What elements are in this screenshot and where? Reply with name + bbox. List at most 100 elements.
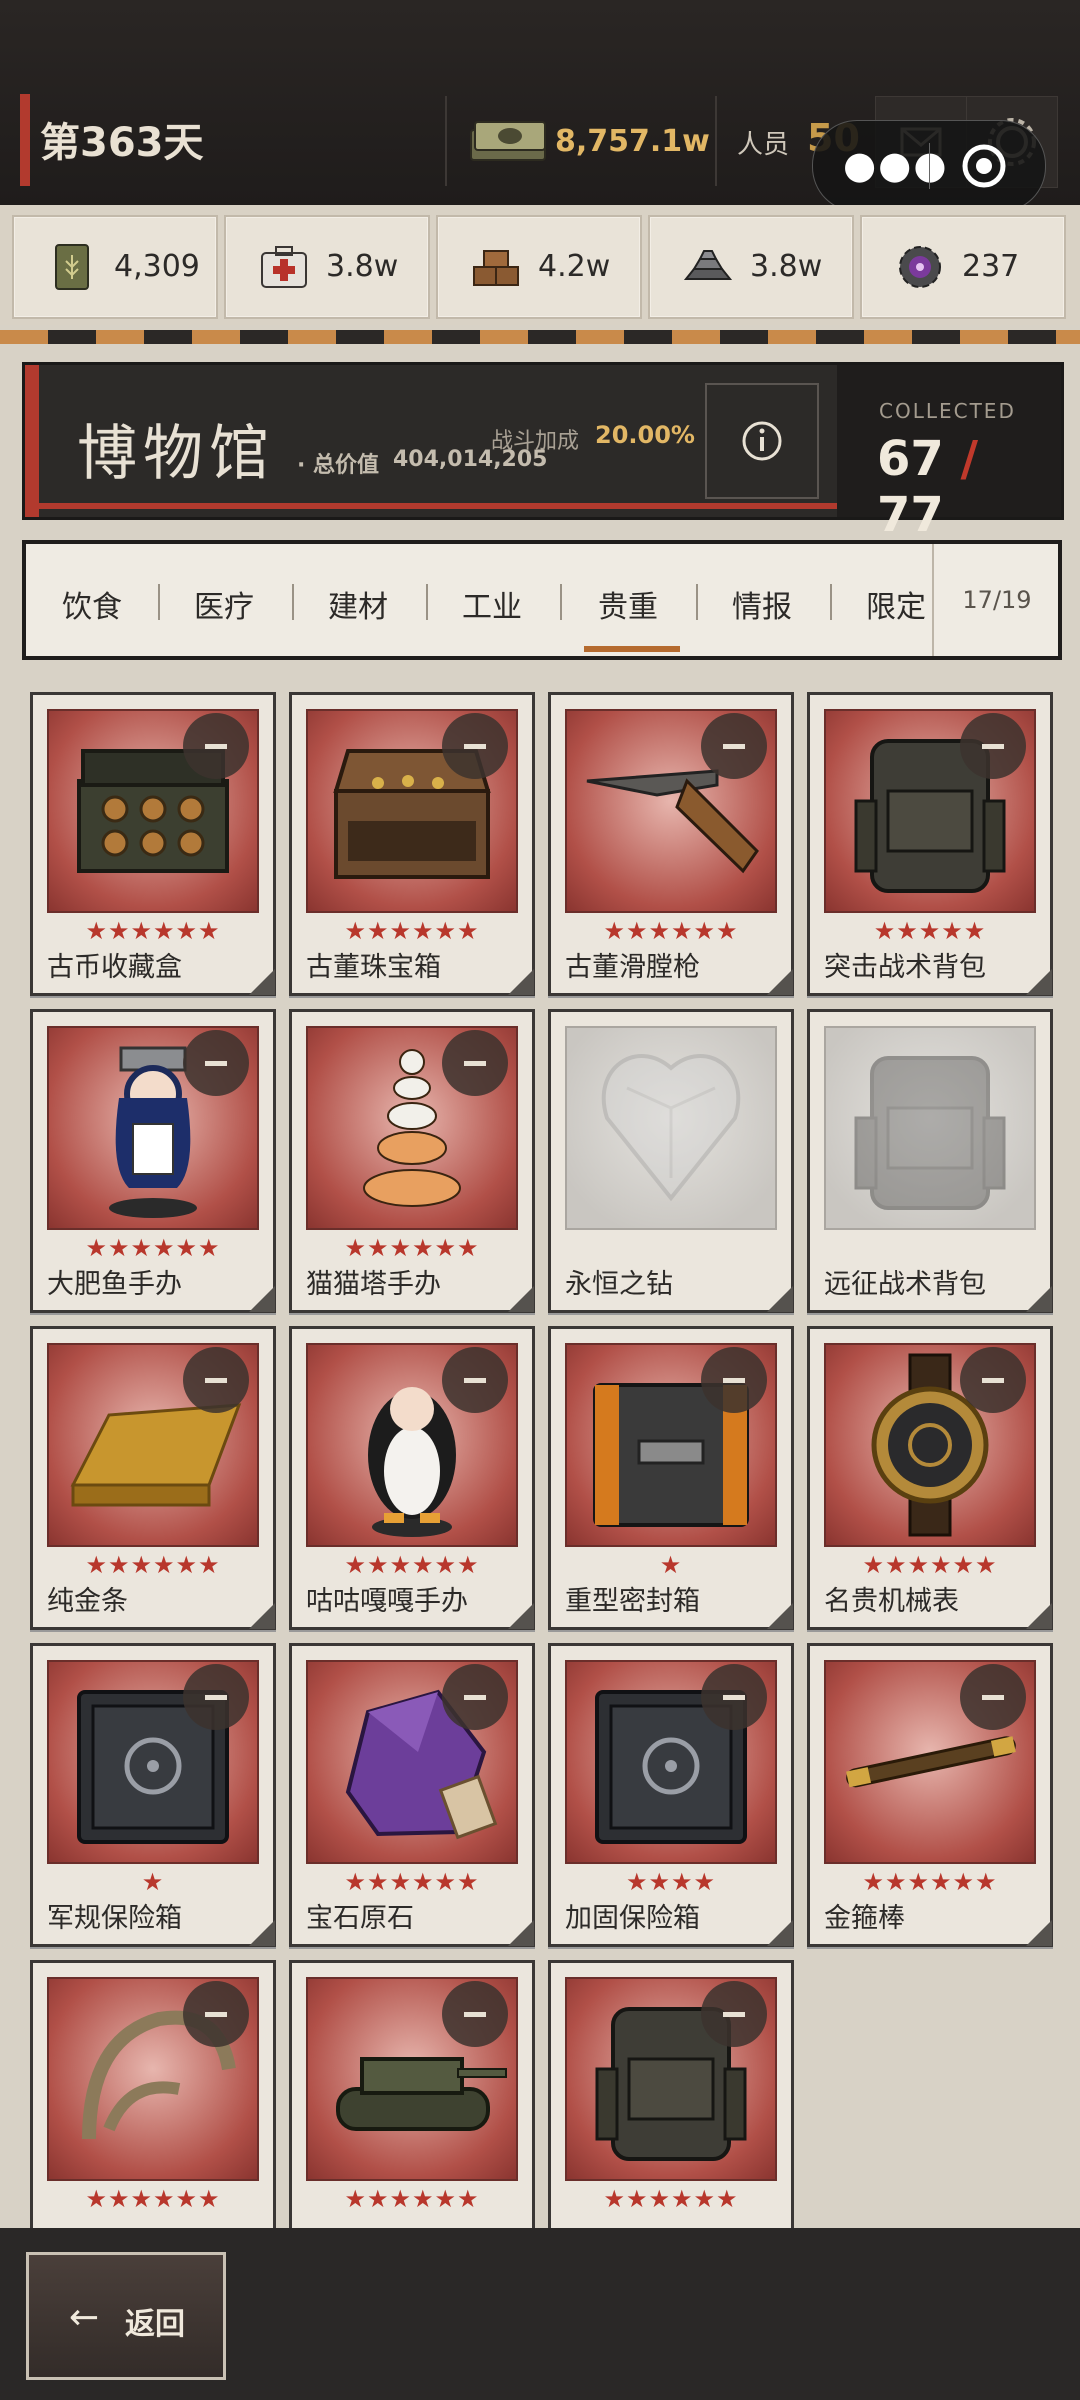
collection-item-card[interactable]: ★★★★ 加固保险箱 (548, 1643, 794, 1947)
tab-materials[interactable]: 建材 (328, 582, 388, 626)
resource-food: 4,309 (12, 215, 218, 319)
card-corner-decoration (767, 1920, 793, 1946)
remove-item-button[interactable] (960, 1347, 1026, 1413)
item-name: 重型密封箱 (565, 1586, 700, 1617)
item-star-rating: ★★★★★★ (862, 1551, 998, 1579)
remove-item-button[interactable] (442, 1030, 508, 1096)
collection-item-card[interactable]: ★★★★★★ 金箍棒 (807, 1643, 1053, 1947)
remove-item-button[interactable] (442, 1664, 508, 1730)
back-arrow-icon: ← (69, 2297, 100, 2338)
item-star-rating: ★★★★★★ (862, 1868, 998, 1896)
remove-item-button[interactable] (442, 1347, 508, 1413)
collection-item-card[interactable]: ★★★★★★ (548, 1960, 794, 2264)
item-artwork (824, 1026, 1036, 1230)
collection-item-card[interactable]: ★★★★★★ 猫猫塔手办 (289, 1009, 535, 1313)
item-name: 名贵机械表 (824, 1586, 959, 1617)
back-button[interactable]: ← 返回 (26, 2252, 226, 2380)
card-corner-decoration (1026, 1920, 1052, 1946)
collection-item-card[interactable]: ★ 重型密封箱 (548, 1326, 794, 1630)
gear-chip-icon (899, 246, 941, 288)
remove-item-button[interactable] (701, 1347, 767, 1413)
tab-industry[interactable]: 工业 (462, 582, 522, 626)
people-label: 人员 (737, 130, 790, 160)
remove-item-button[interactable] (701, 1981, 767, 2047)
money-display: 8,757.1w (445, 96, 717, 186)
remove-item-button[interactable] (183, 1030, 249, 1096)
capsule-divider (929, 143, 930, 189)
info-icon (742, 421, 782, 461)
collection-item-card[interactable]: 永恒之钻 (548, 1009, 794, 1313)
day-counter: 第363天 (40, 120, 204, 166)
page-title: 博物馆 (77, 419, 275, 489)
item-star-rating: ★★★★★★ (85, 917, 221, 945)
item-star-rating: ★★★★★★ (603, 2185, 739, 2213)
remove-item-button[interactable] (701, 1664, 767, 1730)
item-name: 远征战术背包 (824, 1269, 986, 1300)
item-star-rating: ★ (659, 1551, 683, 1579)
tab-medical[interactable]: 医疗 (194, 582, 254, 626)
category-count: 17/19 (962, 586, 1032, 614)
collected-count: 67 (877, 431, 944, 487)
tab-divider (292, 584, 294, 620)
collection-item-card[interactable]: ★ 军规保险箱 (30, 1643, 276, 1947)
collected-total: 77 (877, 487, 944, 543)
item-name: 古币收藏盒 (47, 952, 182, 983)
combat-bonus-value: 20.00% (595, 421, 695, 449)
tab-count-box: 17/19 (932, 544, 1060, 656)
resource-food-value: 4,309 (114, 249, 200, 284)
collection-item-card[interactable]: ★★★★★★ 大肥鱼手办 (30, 1009, 276, 1313)
day-accent-bar (20, 94, 30, 186)
bottom-bar: ← 返回 (0, 2228, 1080, 2400)
item-name: 突击战术背包 (824, 952, 986, 983)
collection-item-card[interactable]: ★★★★★★ 纯金条 (30, 1326, 276, 1630)
remove-item-button[interactable] (183, 713, 249, 779)
tab-divider (426, 584, 428, 620)
active-tab-indicator (584, 646, 680, 652)
remove-item-button[interactable] (183, 1981, 249, 2047)
resource-parts: 237 (860, 215, 1066, 319)
tab-food[interactable]: 饮食 (62, 582, 122, 626)
card-corner-decoration (508, 1920, 534, 1946)
card-corner-decoration (1026, 1603, 1052, 1629)
collection-item-card[interactable]: ★★★★★★ (289, 1960, 535, 2264)
remove-item-button[interactable] (442, 713, 508, 779)
remove-item-button[interactable] (701, 713, 767, 779)
info-button[interactable] (705, 383, 819, 499)
collection-item-card[interactable]: ★★★★★★ 宝石原石 (289, 1643, 535, 1947)
remove-item-button[interactable] (442, 1981, 508, 2047)
combat-bonus-label: 战斗加成 (491, 429, 580, 454)
collection-item-card[interactable]: ★★★★★★ 古币收藏盒 (30, 692, 276, 996)
item-star-rating: ★★★★★★ (85, 2185, 221, 2213)
collection-item-card[interactable]: 远征战术背包 (807, 1009, 1053, 1313)
collection-item-card[interactable]: ★★★★★★ (30, 1960, 276, 2264)
category-tabs: 饮食 医疗 建材 工业 贵重 情报 限定 17/19 (22, 540, 1062, 660)
back-label: 返回 (125, 2307, 185, 2342)
hazard-stripe-divider (0, 330, 1080, 344)
tab-limited[interactable]: 限定 (866, 582, 926, 626)
collection-item-card[interactable]: ★★★★★★ 古董珠宝箱 (289, 692, 535, 996)
item-name: 大肥鱼手办 (47, 1269, 182, 1300)
museum-header: 博物馆 · 总价值 404,014,205 战斗加成 20.00% COLLEC… (22, 362, 1064, 543)
remove-item-button[interactable] (960, 1664, 1026, 1730)
collection-item-card[interactable]: ★★★★★★ 名贵机械表 (807, 1326, 1053, 1630)
cash-stack-icon (470, 121, 546, 161)
collection-item-card[interactable]: ★★★★★★ 古董滑膛枪 (548, 692, 794, 996)
collected-label: COLLECTED (879, 399, 1016, 423)
collection-item-card[interactable]: ★★★★★★ 咕咕嘎嘎手办 (289, 1326, 535, 1630)
item-artwork (565, 1026, 777, 1230)
tab-intel[interactable]: 情报 (732, 582, 792, 626)
card-corner-decoration (1026, 969, 1052, 995)
medkit-icon (261, 246, 307, 288)
tab-valuables[interactable]: 贵重 (598, 582, 658, 626)
item-star-rating: ★★★★ (625, 1868, 717, 1896)
remove-item-button[interactable] (183, 1347, 249, 1413)
resource-metal: 3.8w (648, 215, 854, 319)
money-value: 8,757.1w (555, 124, 710, 159)
remove-item-button[interactable] (960, 713, 1026, 779)
close-target-icon[interactable] (961, 143, 1007, 189)
card-corner-decoration (249, 1603, 275, 1629)
resource-wood-value: 4.2w (538, 249, 611, 284)
remove-item-button[interactable] (183, 1664, 249, 1730)
more-menu-button[interactable]: ●●● (843, 143, 948, 187)
collection-item-card[interactable]: ★★★★★ 突击战术背包 (807, 692, 1053, 996)
